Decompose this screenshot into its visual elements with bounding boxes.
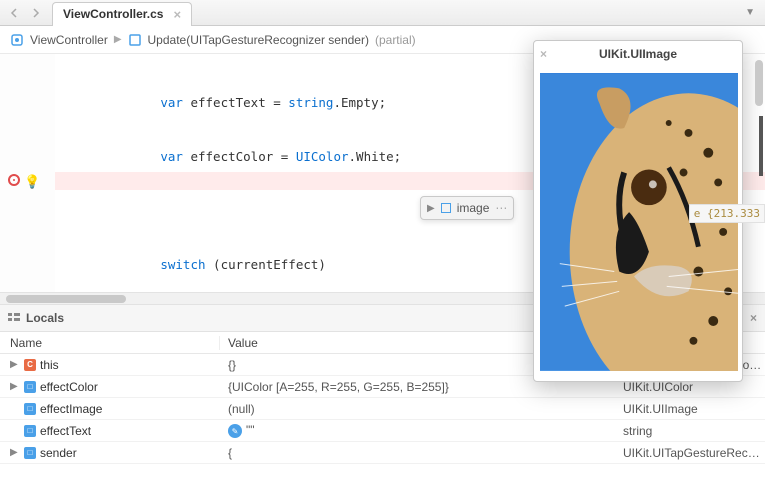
- locals-row[interactable]: □ effectText ✎ "" string: [0, 420, 765, 442]
- scrollbar-thumb[interactable]: [6, 295, 126, 303]
- variable-icon: □: [24, 447, 36, 459]
- preview-header: × UIKit.UIImage: [534, 41, 742, 67]
- forward-button[interactable]: [26, 3, 46, 23]
- tab-viewcontroller[interactable]: ViewController.cs ×: [52, 2, 192, 26]
- pin-icon[interactable]: [441, 203, 451, 213]
- locals-row[interactable]: ▶ □ sender { UIKit.UITapGestureRecognizer: [0, 442, 765, 464]
- minimap-indicator: [759, 116, 763, 176]
- method-icon: [128, 33, 142, 47]
- preview-title: UIKit.UIImage: [599, 47, 677, 61]
- variable-value: {UIColor [A=255, R=255, G=255, B=255]}: [228, 380, 449, 394]
- dropdown-icon[interactable]: ▼: [739, 7, 761, 18]
- expand-icon[interactable]: ▶: [427, 203, 435, 214]
- chevron-right-icon: ▶: [114, 34, 122, 45]
- expand-caret-icon[interactable]: ▶: [10, 381, 20, 392]
- class-icon: [10, 33, 24, 47]
- variable-type: UIKit.UITapGestureRecognizer: [623, 446, 765, 460]
- variable-type: UIKit.UIImage: [623, 402, 698, 416]
- close-preview-icon[interactable]: ×: [540, 47, 547, 61]
- variable-icon: C: [24, 359, 36, 371]
- edit-icon[interactable]: ✎: [228, 424, 242, 438]
- locals-icon: [8, 311, 20, 326]
- lightbulb-icon[interactable]: 💡: [24, 174, 40, 192]
- variable-value: {: [228, 446, 232, 460]
- variable-value: "": [246, 423, 255, 437]
- variable-icon: □: [24, 381, 36, 393]
- variable-name: effectText: [40, 424, 91, 438]
- variable-icon: □: [24, 425, 36, 437]
- breadcrumb-class[interactable]: ViewController: [30, 33, 108, 47]
- breakpoint-icon[interactable]: [8, 174, 20, 186]
- breadcrumb-suffix: (partial): [375, 33, 416, 47]
- expand-caret-icon[interactable]: ▶: [10, 447, 20, 458]
- preview-body: [534, 67, 742, 381]
- back-button[interactable]: [4, 3, 24, 23]
- watch-label: image: [457, 201, 490, 215]
- column-name[interactable]: Name: [0, 336, 220, 350]
- close-pane-icon[interactable]: ×: [750, 311, 757, 325]
- variable-name: effectImage: [40, 402, 102, 416]
- close-icon[interactable]: ×: [169, 7, 185, 22]
- top-toolbar: ViewController.cs × ▼: [0, 0, 765, 26]
- variable-name: this: [40, 358, 59, 372]
- watch-tooltip[interactable]: ▶ image ⋯: [420, 196, 514, 220]
- variable-name: sender: [40, 446, 77, 460]
- expand-caret-icon[interactable]: ▶: [10, 359, 20, 370]
- breadcrumb-method[interactable]: Update(UITapGestureRecognizer sender): [148, 33, 369, 47]
- locals-title: Locals: [26, 311, 64, 325]
- variable-type: string: [623, 424, 652, 438]
- variable-icon: □: [24, 403, 36, 415]
- overflow-tooltip: e {213.333: [689, 204, 765, 223]
- vertical-scrollbar[interactable]: [755, 60, 763, 106]
- locals-row[interactable]: □ effectImage (null) UIKit.UIImage: [0, 398, 765, 420]
- variable-value: {}: [228, 358, 236, 372]
- variable-value: (null): [228, 402, 255, 416]
- tab-label: ViewController.cs: [63, 7, 163, 21]
- variable-name: effectColor: [40, 380, 98, 394]
- gutter: 💡: [0, 54, 55, 304]
- more-icon[interactable]: ⋯: [495, 201, 507, 215]
